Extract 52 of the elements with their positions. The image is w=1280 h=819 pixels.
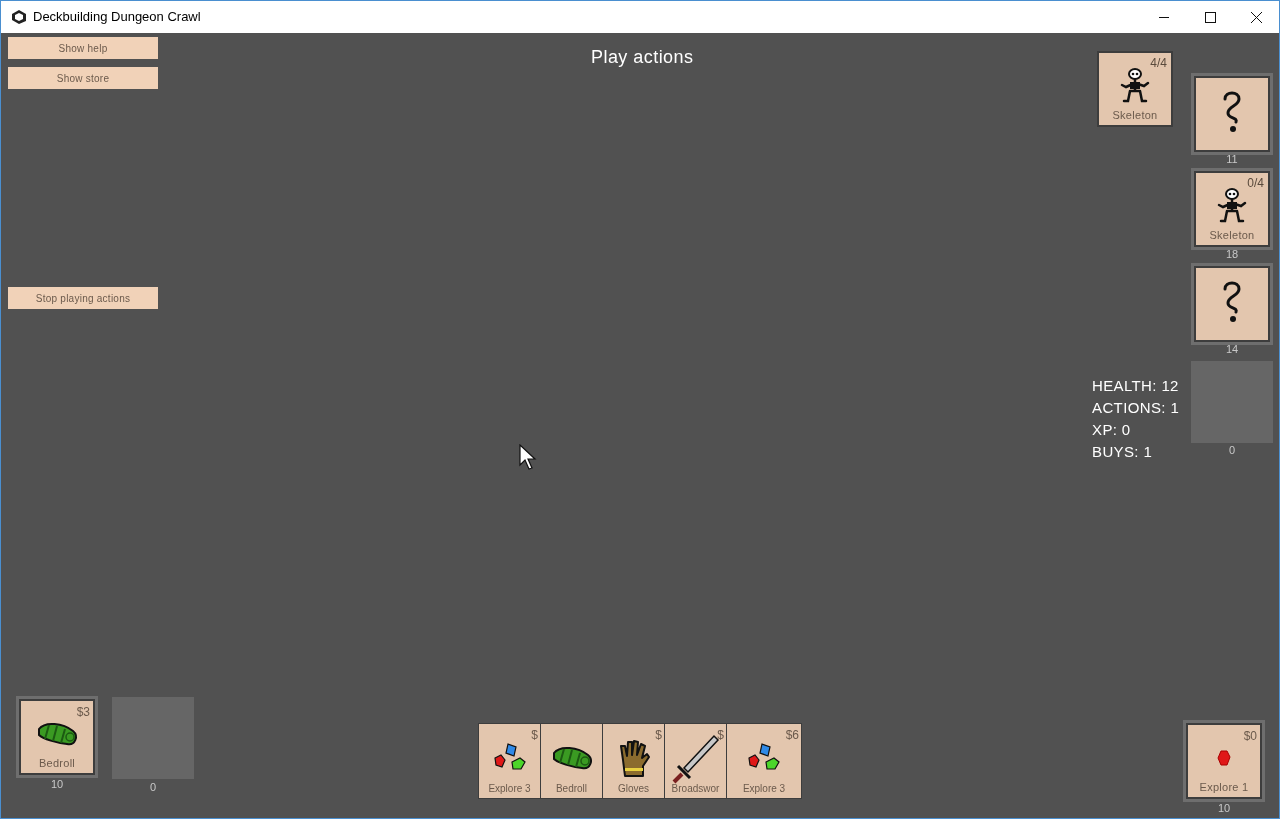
hand-card[interactable]: Bedroll (540, 723, 602, 799)
app-icon (11, 9, 27, 25)
maximize-icon (1204, 11, 1216, 23)
stop-actions-button[interactable]: Stop playing actions (8, 287, 158, 309)
card-name: Skeleton (1111, 107, 1159, 123)
card-name: Bedroll (37, 755, 77, 771)
card[interactable] (1194, 76, 1270, 152)
card-name: Explore 3 (741, 782, 787, 796)
card-cost: $ (531, 727, 538, 744)
stat-label: BUYS: 1 (1092, 442, 1154, 462)
card-name: Explore 1 (1198, 779, 1250, 795)
menu-button[interactable]: Show help (8, 37, 158, 59)
card-name: Broadswor (670, 782, 721, 796)
hit-points: 4/4 (1150, 55, 1167, 72)
card-name: Skeleton (1208, 227, 1256, 243)
card[interactable] (1194, 266, 1270, 342)
pile-count: 10 (1217, 803, 1231, 814)
stat-label: HEALTH: 12 (1092, 376, 1180, 396)
card[interactable]: 0/4 Skeleton (1194, 171, 1270, 247)
hand-card[interactable]: $ Broadswor (664, 723, 726, 799)
card[interactable]: $0 Explore 1 (1186, 723, 1262, 799)
gem-icon (1217, 750, 1231, 766)
card[interactable]: 4/4 Skeleton (1097, 51, 1173, 127)
skeleton-icon (1118, 67, 1152, 105)
hand-card[interactable]: $ Gloves (602, 723, 664, 799)
card-cost: $ (655, 727, 662, 744)
stat-label: XP: 0 (1092, 420, 1132, 440)
window-title: Deckbuilding Dungeon Crawl (33, 8, 201, 27)
minimize-icon (1159, 16, 1169, 18)
card-name: Bedroll (554, 782, 589, 796)
hand-card[interactable]: $ Explore 3 (478, 723, 540, 799)
stat-label: ACTIONS: 1 (1092, 398, 1180, 418)
card-name: Explore 3 (487, 782, 532, 796)
hand-card[interactable]: $6 Explore 3 (726, 723, 802, 799)
pile-count: 0 (1228, 445, 1236, 456)
card-name: Gloves (616, 782, 651, 796)
phase-title: Play actions (591, 46, 694, 69)
hit-points: 0/4 (1247, 175, 1264, 192)
mouse-cursor-icon (519, 444, 537, 470)
close-icon (1250, 11, 1262, 23)
menu-button[interactable]: Show store (8, 67, 158, 89)
card[interactable]: $3 Bedroll (19, 699, 95, 775)
card-cost: $3 (76, 704, 90, 721)
card-cost: $0 (1243, 728, 1257, 745)
card-cost: $6 (785, 727, 799, 744)
pile-count: 11 (1226, 154, 1238, 165)
pile-count: 14 (1225, 344, 1239, 355)
card-cost: $ (717, 727, 724, 744)
skeleton-icon (1215, 187, 1249, 225)
pile-count: 10 (50, 779, 64, 790)
pile-count: 18 (1225, 249, 1239, 260)
pile-count: 0 (149, 782, 157, 793)
